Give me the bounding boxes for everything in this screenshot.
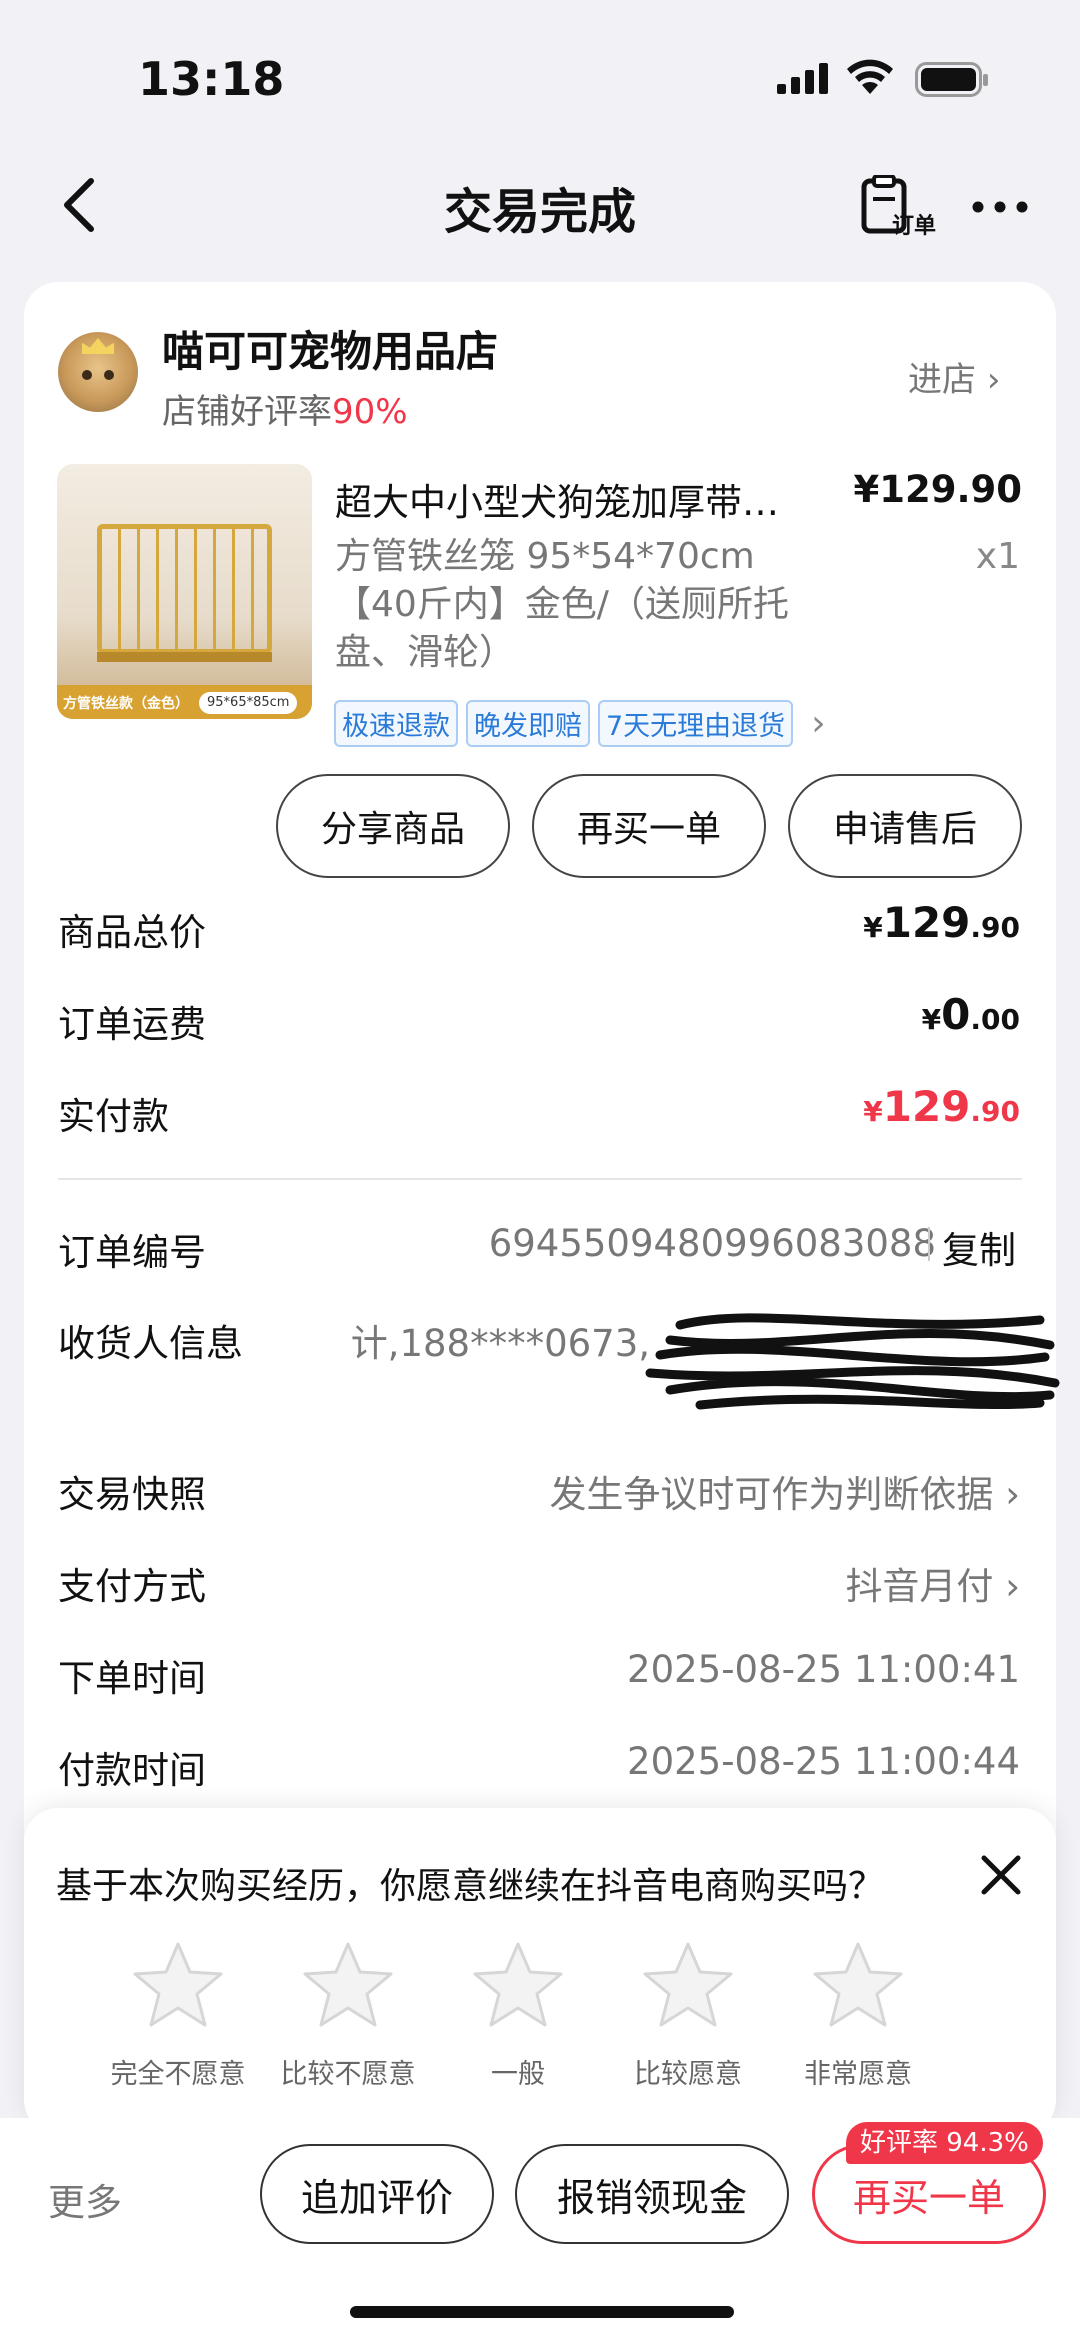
redaction-scribble [645, 1313, 1060, 1410]
reimburse-cash-button[interactable]: 报销领现金 [515, 2144, 789, 2244]
rebuy-button[interactable]: 再买一单 [532, 774, 766, 878]
more-dots-icon[interactable] [972, 200, 1028, 214]
chevron-right-icon: › [1005, 1565, 1020, 1608]
status-bar: 13:18 [0, 0, 1080, 150]
tag-7day-return: 7天无理由退货 [598, 700, 794, 747]
chevron-right-icon: › [986, 360, 1001, 400]
star-label: 比较不愿意 [280, 2059, 416, 2090]
star-icon[interactable] [300, 1940, 396, 2030]
order-time-value: 2025-08-25 11:00:41 [627, 1648, 1020, 1691]
shop-avatar[interactable] [58, 332, 138, 412]
pay-time-label: 付款时间 [58, 1749, 206, 1792]
chevron-right-icon: › [811, 703, 826, 744]
image-tag-style: 方管铁丝款（金色） [63, 696, 189, 712]
paid-label: 实付款 [58, 1095, 169, 1138]
pay-time-value: 2025-08-25 11:00:44 [627, 1740, 1020, 1783]
shipping-value: ¥0.00 [921, 990, 1020, 1039]
enter-shop-link[interactable]: 进店 › [908, 352, 1000, 401]
order-number-label: 订单编号 [58, 1231, 206, 1274]
total-price-value: ¥129.90 [863, 898, 1020, 947]
nav-bar: 交易完成 订单 [0, 150, 1080, 260]
product-image[interactable]: 方管铁丝款（金色） 95*65*85cm [57, 464, 312, 719]
battery-icon [915, 62, 988, 97]
star-icon[interactable] [640, 1940, 736, 2030]
order-number-value: 6945509480996083088 [488, 1222, 936, 1265]
cage-tray [97, 652, 272, 662]
star-label: 完全不愿意 [110, 2059, 246, 2090]
shop-rating-label: 店铺好评率 [162, 392, 332, 432]
image-tag-size: 95*65*85cm [199, 692, 298, 714]
cage-illustration [97, 524, 272, 654]
avatar-eye [104, 370, 114, 380]
copy-button[interactable]: 复制 [942, 1220, 1016, 1274]
star-icon[interactable] [470, 1940, 566, 2030]
survey-question: 基于本次购买经历，你愿意继续在抖音电商购买吗？ [56, 1866, 885, 1907]
star-label: 比较愿意 [634, 2059, 742, 2090]
snapshot-label: 交易快照 [58, 1473, 206, 1516]
add-review-button[interactable]: 追加评价 [260, 2144, 494, 2244]
wifi-icon [847, 59, 893, 94]
tag-fast-refund: 极速退款 [334, 700, 458, 747]
paid-value: ¥129.90 [863, 1082, 1020, 1131]
order-time-label: 下单时间 [58, 1657, 206, 1700]
total-price-label: 商品总价 [58, 911, 206, 954]
payment-method-value[interactable]: 抖音月付 › [845, 1556, 1020, 1610]
receiver-value: 计,188****0673, [350, 1322, 650, 1365]
rating-badge: 好评率 94.3% [846, 2122, 1043, 2164]
star-icon[interactable] [130, 1940, 226, 2030]
cellular-signal-icon [777, 63, 828, 94]
crown-icon [82, 338, 114, 354]
shop-rating-value: 90% [332, 392, 408, 432]
product-title[interactable]: 超大中小型犬狗笼加厚带… [335, 472, 825, 526]
copy-separator [928, 1227, 930, 1261]
shipping-label: 订单运费 [58, 1003, 206, 1046]
product-price: ¥129.90 [853, 468, 1022, 511]
avatar-eye [82, 370, 92, 380]
close-icon[interactable] [978, 1852, 1024, 1898]
payment-method-label: 支付方式 [58, 1565, 206, 1608]
product-quantity: x1 [975, 536, 1020, 577]
enter-shop-label: 进店 [908, 360, 976, 400]
star-label: 非常愿意 [804, 2059, 912, 2090]
star-icon[interactable] [810, 1940, 906, 2030]
home-indicator [350, 2306, 734, 2318]
tag-late-compensation: 晚发即赔 [466, 700, 590, 747]
after-sale-button[interactable]: 申请售后 [788, 774, 1022, 878]
receiver-label: 收货人信息 [58, 1322, 243, 1365]
shop-name[interactable]: 喵可可宠物用品店 [162, 318, 498, 379]
more-button[interactable]: 更多 [48, 2172, 122, 2226]
service-tags[interactable]: 极速退款 晚发即赔 7天无理由退货 › [334, 700, 826, 747]
shop-rating: 店铺好评率90% [162, 384, 408, 433]
snapshot-value[interactable]: 发生争议时可作为判断依据 › [549, 1464, 1020, 1518]
divider [58, 1178, 1022, 1180]
chevron-right-icon: › [1005, 1473, 1020, 1516]
status-time: 13:18 [138, 52, 285, 106]
order-icon-label: 订单 [892, 214, 937, 239]
share-product-button[interactable]: 分享商品 [276, 774, 510, 878]
product-spec: 方管铁丝笼 95*54*70cm 【40斤内】金色/（送厕所托盘、滑轮） [335, 536, 789, 673]
star-label: 一般 [491, 2059, 545, 2090]
